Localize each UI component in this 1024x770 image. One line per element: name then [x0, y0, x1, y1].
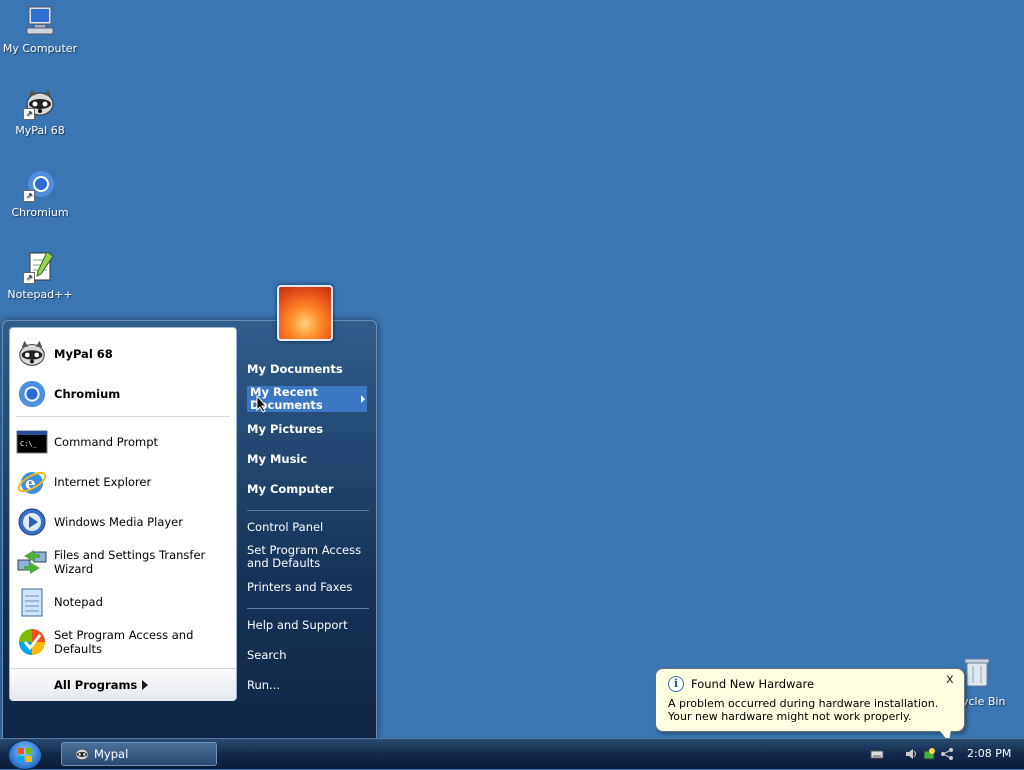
- chromium-icon: ↗: [23, 168, 57, 202]
- balloon-notification[interactable]: i Found New Hardware x A problem occurre…: [655, 668, 965, 742]
- menu-item-label: and Defaults: [247, 556, 321, 570]
- program-item-windows-media-player[interactable]: Windows Media Player: [16, 504, 232, 540]
- desktop-icon-label: Chromium: [11, 206, 69, 219]
- menu-item-printers-and-faxes[interactable]: Printers and Faxes: [247, 580, 365, 594]
- program-label: MyPal 68: [54, 347, 113, 361]
- divider: [16, 416, 230, 417]
- program-defaults-icon: [16, 626, 48, 658]
- menu-item-my-music[interactable]: My Music: [247, 452, 365, 466]
- notepad-plus-plus-icon: ↗: [23, 250, 57, 284]
- desktop-icon-label: Notepad++: [7, 288, 73, 301]
- taskbar: Mypal 2:08 PM: [0, 738, 1024, 770]
- balloon-title: Found New Hardware: [691, 677, 815, 691]
- desktop-icon-notepad-plus-plus[interactable]: ↗ Notepad++: [0, 250, 80, 301]
- arrow-right-icon: [142, 680, 148, 690]
- recycle-bin-icon: [964, 656, 990, 691]
- program-item-set-program-access[interactable]: Set Program Access and Defaults: [16, 624, 232, 660]
- program-label: Windows Media Player: [54, 515, 183, 529]
- close-icon[interactable]: x: [946, 672, 954, 687]
- desktop-icon-my-computer[interactable]: My Computer: [0, 4, 80, 55]
- shortcut-arrow-icon: ↗: [23, 108, 35, 120]
- program-label: Set Program Access and Defaults: [54, 628, 194, 656]
- start-menu-programs-pane: MyPal 68 Chromium C:\_ Command Prompt e …: [9, 327, 237, 701]
- submenu-arrow-icon: [361, 395, 365, 403]
- program-item-chromium[interactable]: Chromium: [16, 376, 232, 412]
- volume-icon[interactable]: [904, 747, 918, 761]
- taskbar-button-label: Mypal: [94, 747, 129, 761]
- svg-text:C:\_: C:\_: [20, 440, 38, 448]
- mouse-cursor-icon: [256, 394, 268, 416]
- menu-item-control-panel[interactable]: Control Panel: [247, 520, 365, 534]
- user-picture[interactable]: [277, 285, 333, 341]
- windows-logo-icon: [18, 748, 32, 762]
- chromium-icon: [16, 378, 48, 410]
- program-item-internet-explorer[interactable]: e Internet Explorer: [16, 464, 232, 500]
- program-label: Chromium: [54, 387, 121, 401]
- program-item-notepad[interactable]: Notepad: [16, 584, 232, 620]
- keyboard-icon[interactable]: [870, 747, 884, 761]
- internet-explorer-icon: e: [16, 466, 48, 498]
- command-prompt-icon: C:\_: [16, 426, 48, 458]
- divider: [247, 608, 369, 609]
- program-label: Command Prompt: [54, 435, 159, 449]
- menu-item-my-documents[interactable]: My Documents: [247, 362, 365, 376]
- menu-item-help-and-support[interactable]: Help and Support: [247, 618, 365, 632]
- desktop-icon-label: MyPal 68: [15, 124, 65, 137]
- program-item-command-prompt[interactable]: C:\_ Command Prompt: [16, 424, 232, 460]
- menu-item-search[interactable]: Search: [247, 648, 365, 662]
- windows-media-player-icon: [16, 506, 48, 538]
- desktop-icon-mypal[interactable]: ↗ MyPal 68: [0, 86, 80, 137]
- info-icon: i: [668, 676, 684, 692]
- taskbar-button-mypal[interactable]: Mypal: [61, 742, 217, 766]
- network-icon[interactable]: [940, 747, 954, 761]
- balloon-message: A problem occurred during hardware insta…: [668, 697, 939, 723]
- notepad-icon: [16, 586, 48, 618]
- menu-item-my-pictures[interactable]: My Pictures: [247, 422, 365, 436]
- program-label: Files and Settings Transfer Wizard: [54, 548, 206, 576]
- system-tray: 2:08 PM: [862, 739, 1024, 769]
- mypal-icon: [74, 746, 90, 762]
- program-item-mypal[interactable]: MyPal 68: [16, 336, 232, 372]
- all-programs-label: All Programs: [54, 678, 138, 692]
- desktop-icon-label: ycle Bin: [962, 695, 1006, 708]
- shortcut-arrow-icon: ↗: [23, 272, 35, 284]
- transfer-wizard-icon: [16, 546, 48, 578]
- menu-item-set-program-access[interactable]: Set Program Access and Defaults: [247, 544, 365, 570]
- start-button[interactable]: [8, 740, 42, 770]
- mypal-icon: ↗: [23, 86, 57, 120]
- program-item-transfer-wizard[interactable]: Files and Settings Transfer Wizard: [16, 544, 232, 580]
- divider: [247, 510, 369, 511]
- my-computer-icon: [23, 4, 57, 38]
- program-label: Internet Explorer: [54, 475, 152, 489]
- mypal-icon: [16, 338, 48, 370]
- hardware-icon[interactable]: [922, 747, 936, 761]
- program-label: Notepad: [54, 595, 103, 609]
- menu-item-run[interactable]: Run...: [247, 678, 365, 692]
- desktop-icon-label: My Computer: [2, 42, 78, 55]
- menu-item-my-computer[interactable]: My Computer: [247, 482, 365, 496]
- start-menu: MyPal 68 Chromium C:\_ Command Prompt e …: [2, 320, 377, 740]
- all-programs-button[interactable]: All Programs: [10, 668, 236, 701]
- clock[interactable]: 2:08 PM: [967, 747, 1011, 760]
- shortcut-arrow-icon: ↗: [23, 190, 35, 202]
- desktop-icon-chromium[interactable]: ↗ Chromium: [0, 168, 80, 219]
